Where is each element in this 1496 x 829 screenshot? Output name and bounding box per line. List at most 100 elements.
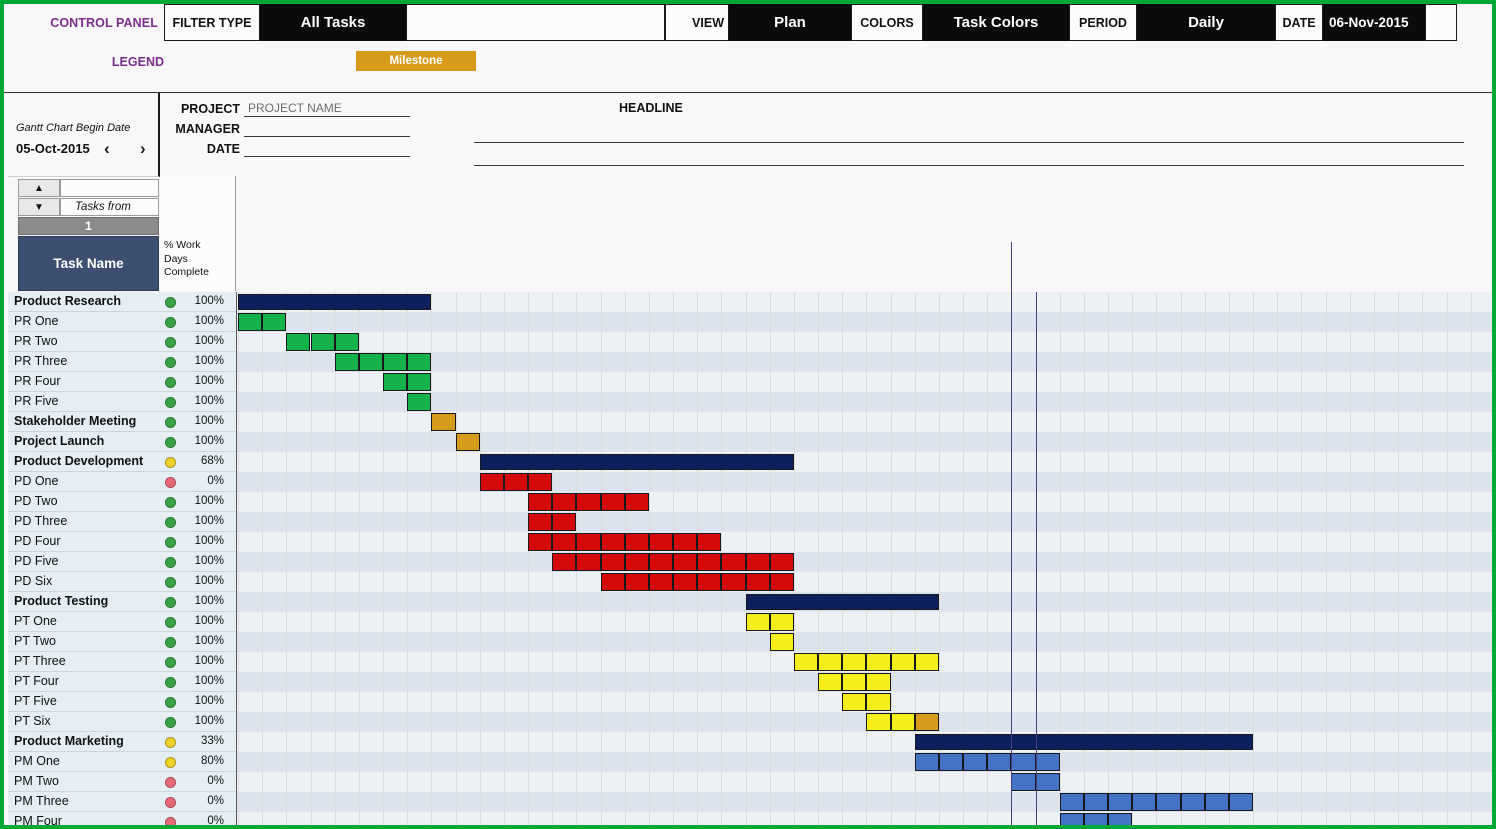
task-name-cell[interactable]: PD Five (14, 554, 58, 568)
gantt-task-bar[interactable] (721, 573, 745, 591)
period-select[interactable]: Daily (1137, 4, 1275, 41)
gantt-task-bar[interactable] (963, 753, 987, 771)
gantt-task-bar[interactable] (649, 533, 673, 551)
gantt-task-bar[interactable] (1229, 793, 1253, 811)
gantt-task-bar[interactable] (601, 553, 625, 571)
gantt-task-bar[interactable] (866, 693, 890, 711)
gantt-task-bar[interactable] (601, 573, 625, 591)
gantt-task-bar[interactable] (1084, 793, 1108, 811)
gantt-task-bar[interactable] (335, 353, 359, 371)
gantt-task-bar[interactable] (649, 573, 673, 591)
table-row[interactable]: PT Two100% (4, 632, 1492, 652)
task-name-cell[interactable]: PD Three (14, 514, 67, 528)
gantt-task-bar[interactable] (818, 673, 842, 691)
gantt-task-bar[interactable] (407, 353, 431, 371)
gantt-summary-bar[interactable] (915, 734, 1253, 750)
table-row[interactable]: PD Two100% (4, 492, 1492, 512)
chevron-left-icon[interactable]: ‹ (104, 139, 110, 159)
gantt-summary-bar[interactable] (480, 454, 794, 470)
gantt-task-bar[interactable] (552, 493, 576, 511)
gantt-task-bar[interactable] (1011, 773, 1035, 791)
gantt-task-bar[interactable] (866, 653, 890, 671)
gantt-task-bar[interactable] (891, 713, 915, 731)
table-row[interactable]: PR Two100% (4, 332, 1492, 352)
gantt-task-bar[interactable] (311, 333, 335, 351)
gantt-task-bar[interactable] (625, 553, 649, 571)
task-name-cell[interactable]: PM Three (14, 794, 69, 808)
manager-input[interactable] (244, 121, 410, 137)
gantt-task-bar[interactable] (915, 753, 939, 771)
gantt-task-bar[interactable] (770, 553, 794, 571)
gantt-task-bar[interactable] (552, 553, 576, 571)
task-name-cell[interactable]: PT Three (14, 654, 66, 668)
gantt-task-bar[interactable] (576, 533, 600, 551)
gantt-task-bar[interactable] (625, 533, 649, 551)
gantt-task-bar[interactable] (1060, 793, 1084, 811)
table-row[interactable]: PM Three0% (4, 792, 1492, 812)
table-row[interactable]: Product Research100% (4, 292, 1492, 312)
gantt-task-bar[interactable] (407, 373, 431, 391)
filter-type-select[interactable]: All Tasks (260, 4, 406, 41)
task-name-cell[interactable]: PM Two (14, 774, 59, 788)
gantt-task-bar[interactable] (915, 653, 939, 671)
gantt-milestone-marker[interactable] (456, 433, 480, 451)
gantt-task-bar[interactable] (1132, 793, 1156, 811)
task-name-cell[interactable]: PR Two (14, 334, 58, 348)
gantt-task-bar[interactable] (673, 573, 697, 591)
gantt-task-bar[interactable] (939, 753, 963, 771)
gantt-task-bar[interactable] (770, 613, 794, 631)
task-name-cell[interactable]: PR One (14, 314, 58, 328)
table-row[interactable]: PT One100% (4, 612, 1492, 632)
headline-input-1[interactable] (474, 127, 1464, 143)
task-name-cell[interactable]: Product Research (14, 294, 121, 308)
gantt-task-bar[interactable] (601, 493, 625, 511)
task-name-cell[interactable]: PT Five (14, 694, 57, 708)
task-name-cell[interactable]: Stakeholder Meeting (14, 414, 136, 428)
gantt-task-bar[interactable] (866, 673, 890, 691)
gantt-task-bar[interactable] (1060, 813, 1084, 825)
project-name-input[interactable]: PROJECT NAME (244, 101, 410, 117)
gantt-task-bar[interactable] (528, 533, 552, 551)
gantt-task-bar[interactable] (697, 553, 721, 571)
gantt-task-bar[interactable] (625, 573, 649, 591)
view-select[interactable]: Plan (729, 4, 851, 41)
table-row[interactable]: PT Six100% (4, 712, 1492, 732)
gantt-task-bar[interactable] (697, 573, 721, 591)
gantt-task-bar[interactable] (528, 473, 552, 491)
chevron-right-icon[interactable]: › (140, 139, 146, 159)
gantt-milestone-marker[interactable] (431, 413, 455, 431)
colors-select[interactable]: Task Colors (923, 4, 1069, 41)
task-name-cell[interactable]: PT Six (14, 714, 51, 728)
gantt-task-bar[interactable] (842, 653, 866, 671)
gantt-task-bar[interactable] (770, 633, 794, 651)
gantt-task-bar[interactable] (1108, 793, 1132, 811)
gantt-task-bar[interactable] (552, 533, 576, 551)
scroll-up-button[interactable]: ▲ (18, 179, 60, 197)
table-row[interactable]: PT Five100% (4, 692, 1492, 712)
table-row[interactable]: PD Three100% (4, 512, 1492, 532)
table-row[interactable]: PD Six100% (4, 572, 1492, 592)
gantt-task-bar[interactable] (407, 393, 431, 411)
table-row[interactable]: PT Three100% (4, 652, 1492, 672)
gantt-task-bar[interactable] (625, 493, 649, 511)
gantt-task-bar[interactable] (673, 533, 697, 551)
gantt-task-bar[interactable] (1036, 773, 1060, 791)
task-name-cell[interactable]: PT Four (14, 674, 59, 688)
gantt-task-bar[interactable] (552, 513, 576, 531)
task-name-cell[interactable]: Product Marketing (14, 734, 124, 748)
task-name-cell[interactable]: PD Two (14, 494, 58, 508)
gantt-task-bar[interactable] (1011, 753, 1035, 771)
gantt-task-bar[interactable] (383, 373, 407, 391)
gantt-summary-bar[interactable] (746, 594, 939, 610)
task-name-cell[interactable]: PR Five (14, 394, 58, 408)
task-name-cell[interactable]: PD One (14, 474, 58, 488)
gantt-task-bar[interactable] (770, 573, 794, 591)
gantt-task-bar[interactable] (335, 333, 359, 351)
task-name-cell[interactable]: PR Three (14, 354, 67, 368)
gantt-task-bar[interactable] (504, 473, 528, 491)
table-row[interactable]: PD Four100% (4, 532, 1492, 552)
gantt-task-bar[interactable] (866, 713, 890, 731)
table-row[interactable]: Project Launch100% (4, 432, 1492, 452)
gantt-task-bar[interactable] (794, 653, 818, 671)
table-row[interactable]: PM Four0% (4, 812, 1492, 825)
